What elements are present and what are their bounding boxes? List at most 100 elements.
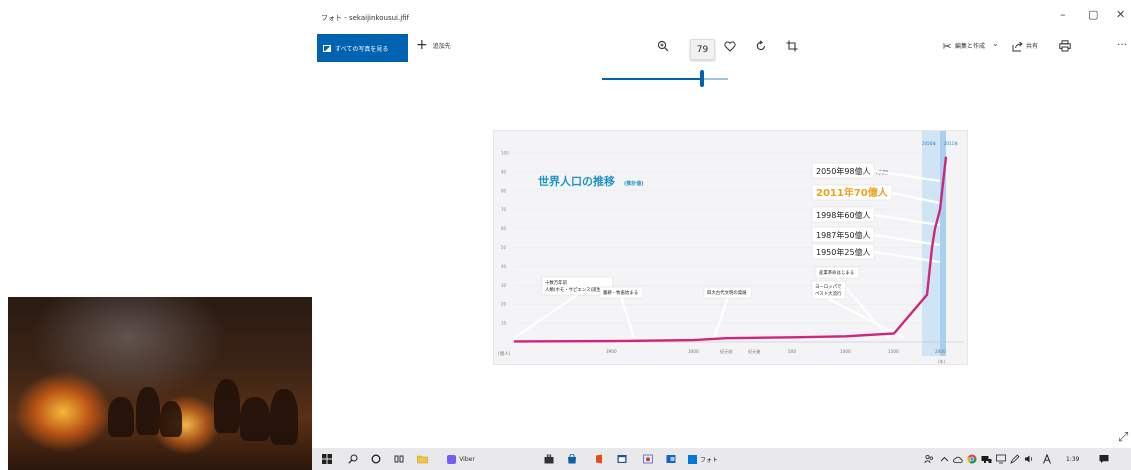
window-title: フォト - sekaijinkousui.jfif [321, 14, 410, 22]
chart-title: 世界人口の推移 [538, 174, 615, 188]
add-to-button[interactable]: + 追加先 [416, 38, 451, 52]
y-tick-label: 30 [501, 283, 507, 288]
callout-text: 1987年50億人 [816, 230, 871, 240]
network-icon[interactable] [981, 451, 992, 467]
zoom-slider-thumb[interactable] [699, 70, 704, 87]
y-tick-label: 60 [501, 226, 507, 231]
zoom-icon[interactable] [655, 38, 671, 54]
x-tick-label: 3900 [606, 349, 617, 354]
outlook-icon[interactable] [663, 451, 678, 467]
edit-create-icon: ✂ [942, 39, 952, 53]
edit-create-label[interactable]: 編集と作成 [955, 41, 985, 50]
event-label-text: 人類(ホモ・サピエンス)誕生 [545, 286, 602, 293]
header-tag-2050: 2050年 [922, 140, 936, 146]
office-icon[interactable] [591, 451, 606, 467]
x-tick-label: 1000 [840, 349, 851, 354]
event-label-text: ヨーロッパで [815, 284, 842, 290]
ime-icon[interactable] [1042, 451, 1052, 467]
callout-text: 2050年98億人 [816, 166, 871, 176]
search-icon[interactable] [345, 451, 360, 467]
see-all-photos-button[interactable]: すべての写真を見る [317, 34, 408, 62]
silhouette [136, 387, 160, 435]
y-tick-label: 50 [501, 245, 507, 250]
notification-icon[interactable] [1099, 451, 1109, 467]
silhouette [108, 397, 134, 437]
zoom-slider[interactable] [602, 70, 728, 87]
close-button[interactable]: ✕ [1116, 8, 1125, 21]
y-tick-label: 90 [501, 169, 507, 174]
x-tick-label: 500 [788, 349, 796, 354]
event-label-text: 十数万年前 [545, 279, 568, 286]
maximize-button[interactable]: ▢ [1088, 8, 1098, 21]
share-icon [1009, 38, 1025, 54]
callout-text: 2011年70億人 [816, 186, 889, 199]
y-tick-label: 70 [501, 207, 507, 212]
event-label-text: 産業革命はじまる [819, 269, 854, 276]
chart-title-note: (推計値) [624, 180, 644, 187]
zoom-value-badge: 79 [690, 39, 715, 60]
viber-icon [447, 454, 457, 464]
file-explorer-icon[interactable] [415, 451, 430, 467]
event-label-text: 農耕・牧畜始まる [603, 289, 638, 296]
pen-icon[interactable] [1010, 451, 1020, 467]
see-all-photos-label: すべての写真を見る [335, 45, 389, 53]
store-icon[interactable] [564, 451, 579, 467]
displayed-image[interactable]: 100 90 80 70 60 50 40 30 20 10 3900 3000 紀元前 紀元後 500 1… [493, 130, 968, 365]
heart-icon[interactable] [722, 38, 738, 54]
y-tick-label: 100 [501, 151, 509, 156]
y-tick-label: 10 [501, 321, 507, 326]
app-window-icon[interactable] [614, 451, 629, 467]
photo-icon [323, 44, 331, 52]
chevron-up-icon[interactable] [940, 451, 949, 467]
header-tag-2011: 2011年 [944, 140, 958, 146]
print-icon[interactable] [1057, 38, 1073, 54]
viber-label: Viber [459, 455, 475, 463]
expand-icon[interactable]: ⤢ [1118, 430, 1128, 445]
callout-text: 1950年25億人 [816, 247, 871, 257]
event-pointer [513, 294, 578, 339]
y-tick-label: 80 [501, 188, 507, 193]
onedrive-icon[interactable] [953, 451, 963, 467]
share-label[interactable]: 共有 [1026, 41, 1038, 50]
briefcase-icon[interactable] [541, 451, 556, 467]
silhouette [240, 397, 270, 441]
title-bar[interactable]: フォト - sekaijinkousui.jfif – ▢ ✕ [312, 0, 1131, 34]
callout-text: 1998年60億人 [816, 210, 871, 220]
monitor-icon[interactable] [996, 451, 1006, 467]
x-tick-label: 2000 [935, 349, 946, 354]
taskbar-viber[interactable]: Viber [440, 451, 482, 467]
people-icon[interactable] [924, 451, 934, 467]
event-pointer [828, 298, 905, 339]
taskbar-photos[interactable]: フォト [685, 451, 721, 467]
minimize-button[interactable]: – [1060, 8, 1066, 21]
desktop-campfire-photo [8, 297, 317, 470]
silhouette [160, 401, 182, 437]
x-tick-label: 紀元前 [720, 348, 733, 355]
rotate-icon[interactable] [753, 38, 769, 54]
event-label-text: 四大古代文明の発展 [707, 289, 747, 296]
event-label-text: ペスト大流行 [815, 290, 842, 297]
cortana-icon[interactable] [368, 451, 383, 467]
chrome-icon[interactable] [967, 451, 977, 467]
photos-label: フォト [699, 456, 718, 464]
y-tick-label: 20 [501, 302, 507, 307]
clock[interactable]: 1:39 [1066, 451, 1079, 467]
x-tick-label: 3000 [688, 349, 699, 354]
crop-icon[interactable] [784, 38, 800, 54]
x-tick-label: 1500 [888, 349, 899, 354]
add-to-label: 追加先 [432, 42, 451, 50]
photos-icon [687, 454, 697, 464]
volume-icon[interactable] [1024, 451, 1034, 467]
more-options-button[interactable]: … [1117, 37, 1127, 48]
browser-icon[interactable] [640, 451, 655, 467]
plus-icon: + [416, 37, 428, 53]
population-chart: 100 90 80 70 60 50 40 30 20 10 3900 3000 紀元前 紀元後 500 1… [498, 131, 964, 364]
zoom-slider-fill [602, 78, 702, 80]
silhouette [270, 389, 298, 445]
y-unit-label: (億人) [498, 350, 511, 357]
task-view-icon[interactable] [391, 451, 406, 467]
windows-start-icon[interactable] [319, 451, 334, 467]
x-tick-label: 紀元後 [748, 348, 761, 355]
chevron-down-icon[interactable]: ⌄ [992, 39, 999, 48]
y-tick-label: 40 [501, 264, 507, 269]
